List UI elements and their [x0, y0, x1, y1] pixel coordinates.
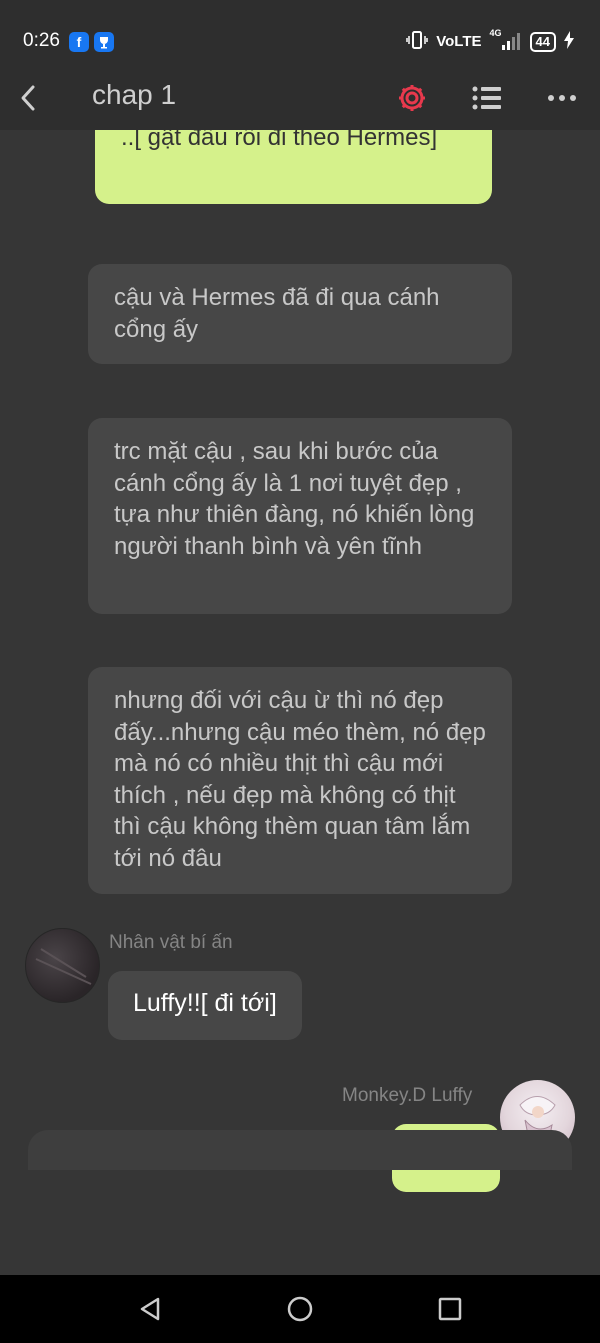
message-text: Luffy!![ đi tới]	[133, 989, 277, 1017]
list-icon[interactable]	[463, 76, 511, 120]
back-arrow-icon[interactable]	[4, 76, 52, 120]
more-dots-icon[interactable]	[538, 76, 586, 120]
signal-type-label: 4G	[489, 27, 502, 38]
charging-icon	[564, 31, 574, 52]
system-nav-bar	[0, 1275, 600, 1343]
message-text: ..[ gật đầu rồi đi theo Hermes]	[121, 130, 438, 151]
home-circle-icon[interactable]	[270, 1289, 330, 1329]
battery-icon: 44	[529, 31, 556, 52]
chat-area[interactable]: ..[ gật đầu rồi đi theo Hermes] cậu và H…	[0, 130, 600, 1275]
vibrate-icon	[406, 30, 428, 53]
sender-name: Nhân vật bí ấn	[109, 932, 233, 953]
signal-icon: 4G	[490, 28, 522, 52]
chat-title: chap 1	[92, 79, 177, 110]
app-bar: chap 1	[0, 70, 600, 130]
trophy-icon	[94, 32, 114, 52]
network-label: VoLTE	[436, 33, 482, 50]
message-text: nhưng đối với cậu ừ thì nó đẹp đấy...như…	[114, 687, 486, 872]
character-avatar[interactable]	[25, 928, 100, 1003]
narration-bubble[interactable]: trc mặt cậu , sau khi bước của cánh cổng…	[88, 418, 512, 614]
sender-name: Monkey.D Luffy	[342, 1085, 473, 1106]
message-text: trc mặt cậu , sau khi bước của cánh cổng…	[114, 438, 475, 560]
narration-bubble[interactable]: cậu và Hermes đã đi qua cánh cổng ấy	[88, 264, 512, 364]
message-text: cậu và Hermes đã đi qua cánh cổng ấy	[114, 284, 440, 343]
status-bar: 0:26 f VoLTE 4G 44	[0, 0, 600, 70]
settings-gear-icon[interactable]	[388, 76, 436, 120]
avatar-art-icon	[35, 948, 92, 985]
status-time: 0:26	[23, 30, 60, 51]
back-triangle-icon[interactable]	[120, 1289, 180, 1329]
input-bar[interactable]	[28, 1130, 572, 1170]
facebook-icon: f	[69, 32, 89, 52]
recents-square-icon[interactable]	[420, 1289, 480, 1329]
character-message-bubble[interactable]: Luffy!![ đi tới]	[108, 971, 302, 1040]
narration-bubble[interactable]: nhưng đối với cậu ừ thì nó đẹp đấy...như…	[88, 667, 512, 894]
user-message-bubble[interactable]: ..[ gật đầu rồi đi theo Hermes]	[95, 130, 492, 204]
